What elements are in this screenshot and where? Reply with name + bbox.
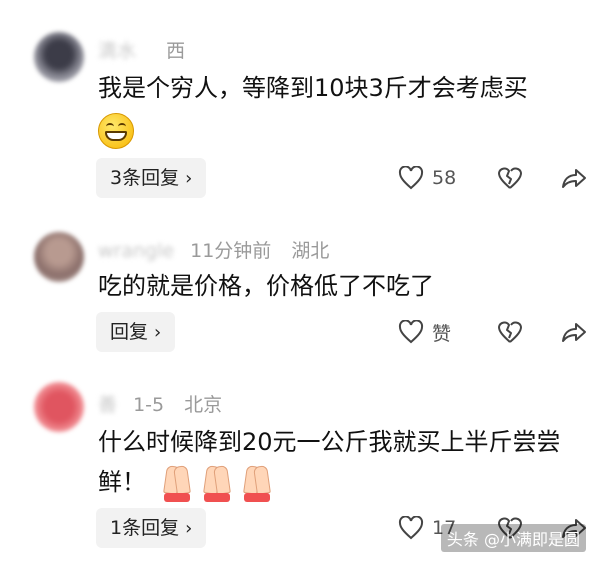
folded-hands-icon [160,465,194,502]
avatar[interactable] [34,382,84,432]
view-replies-label: 1条回复 [110,517,180,539]
folded-hands-icon [200,465,234,502]
reply-button[interactable]: 回复 › [96,312,176,352]
comment-meta: 滴水 西 [98,36,185,63]
reply-label: 回复 [110,321,149,343]
view-replies-button[interactable]: 1条回复 › [96,508,207,548]
watermark: 头条 @小满即是圆 [440,524,586,552]
broken-heart-icon [498,167,522,189]
dislike-button[interactable] [497,158,523,198]
folded-hands-emojis [160,463,280,503]
like-count: 58 [432,167,457,189]
comment-meta: wrangle 11分钟前 湖北 [98,236,329,263]
like-button[interactable]: 58 [398,158,456,198]
share-icon [562,323,586,342]
like-button[interactable]: 赞 [398,312,451,352]
broken-heart-icon [498,321,522,343]
user-name[interactable]: 善 [98,390,117,417]
comment-time: 1-5 [133,394,165,416]
comment-meta: 善 1-5 北京 [98,390,222,417]
comment-time: 11分钟前 [190,240,272,262]
grinning-face-icon [98,113,134,149]
user-name[interactable]: wrangle [98,240,174,262]
folded-hands-icon [240,465,274,502]
share-button[interactable] [561,312,587,352]
comment-location: 湖北 [291,240,330,262]
share-icon [562,169,586,188]
comment-location: 西 [166,40,186,62]
avatar[interactable] [34,32,84,82]
like-count: 赞 [432,322,452,345]
comment-text-body: 吃的就是价格，价格低了不吃了 [98,272,434,300]
user-name[interactable]: 滴水 [98,36,136,63]
avatar[interactable] [34,232,84,282]
chevron-right-icon: › [154,322,162,343]
comment-location: 北京 [184,394,223,416]
comment-text: 吃的就是价格，价格低了不吃了 [98,266,578,306]
heart-icon [398,166,424,190]
view-replies-button[interactable]: 3条回复 › [96,158,207,198]
heart-icon [398,516,424,540]
comment-text-body: 我是个穷人，等降到10块3斤才会考虑买 [98,74,528,102]
comment-text: 我是个穷人，等降到10块3斤才会考虑买 [98,68,578,150]
dislike-button[interactable] [497,312,523,352]
view-replies-label: 3条回复 [110,167,180,189]
heart-icon [398,320,424,344]
share-button[interactable] [561,158,587,198]
chevron-right-icon: › [185,168,193,189]
comment-text: 什么时候降到20元一公斤我就买上半斤尝尝鲜！ [98,422,578,503]
chevron-right-icon: › [185,518,193,539]
